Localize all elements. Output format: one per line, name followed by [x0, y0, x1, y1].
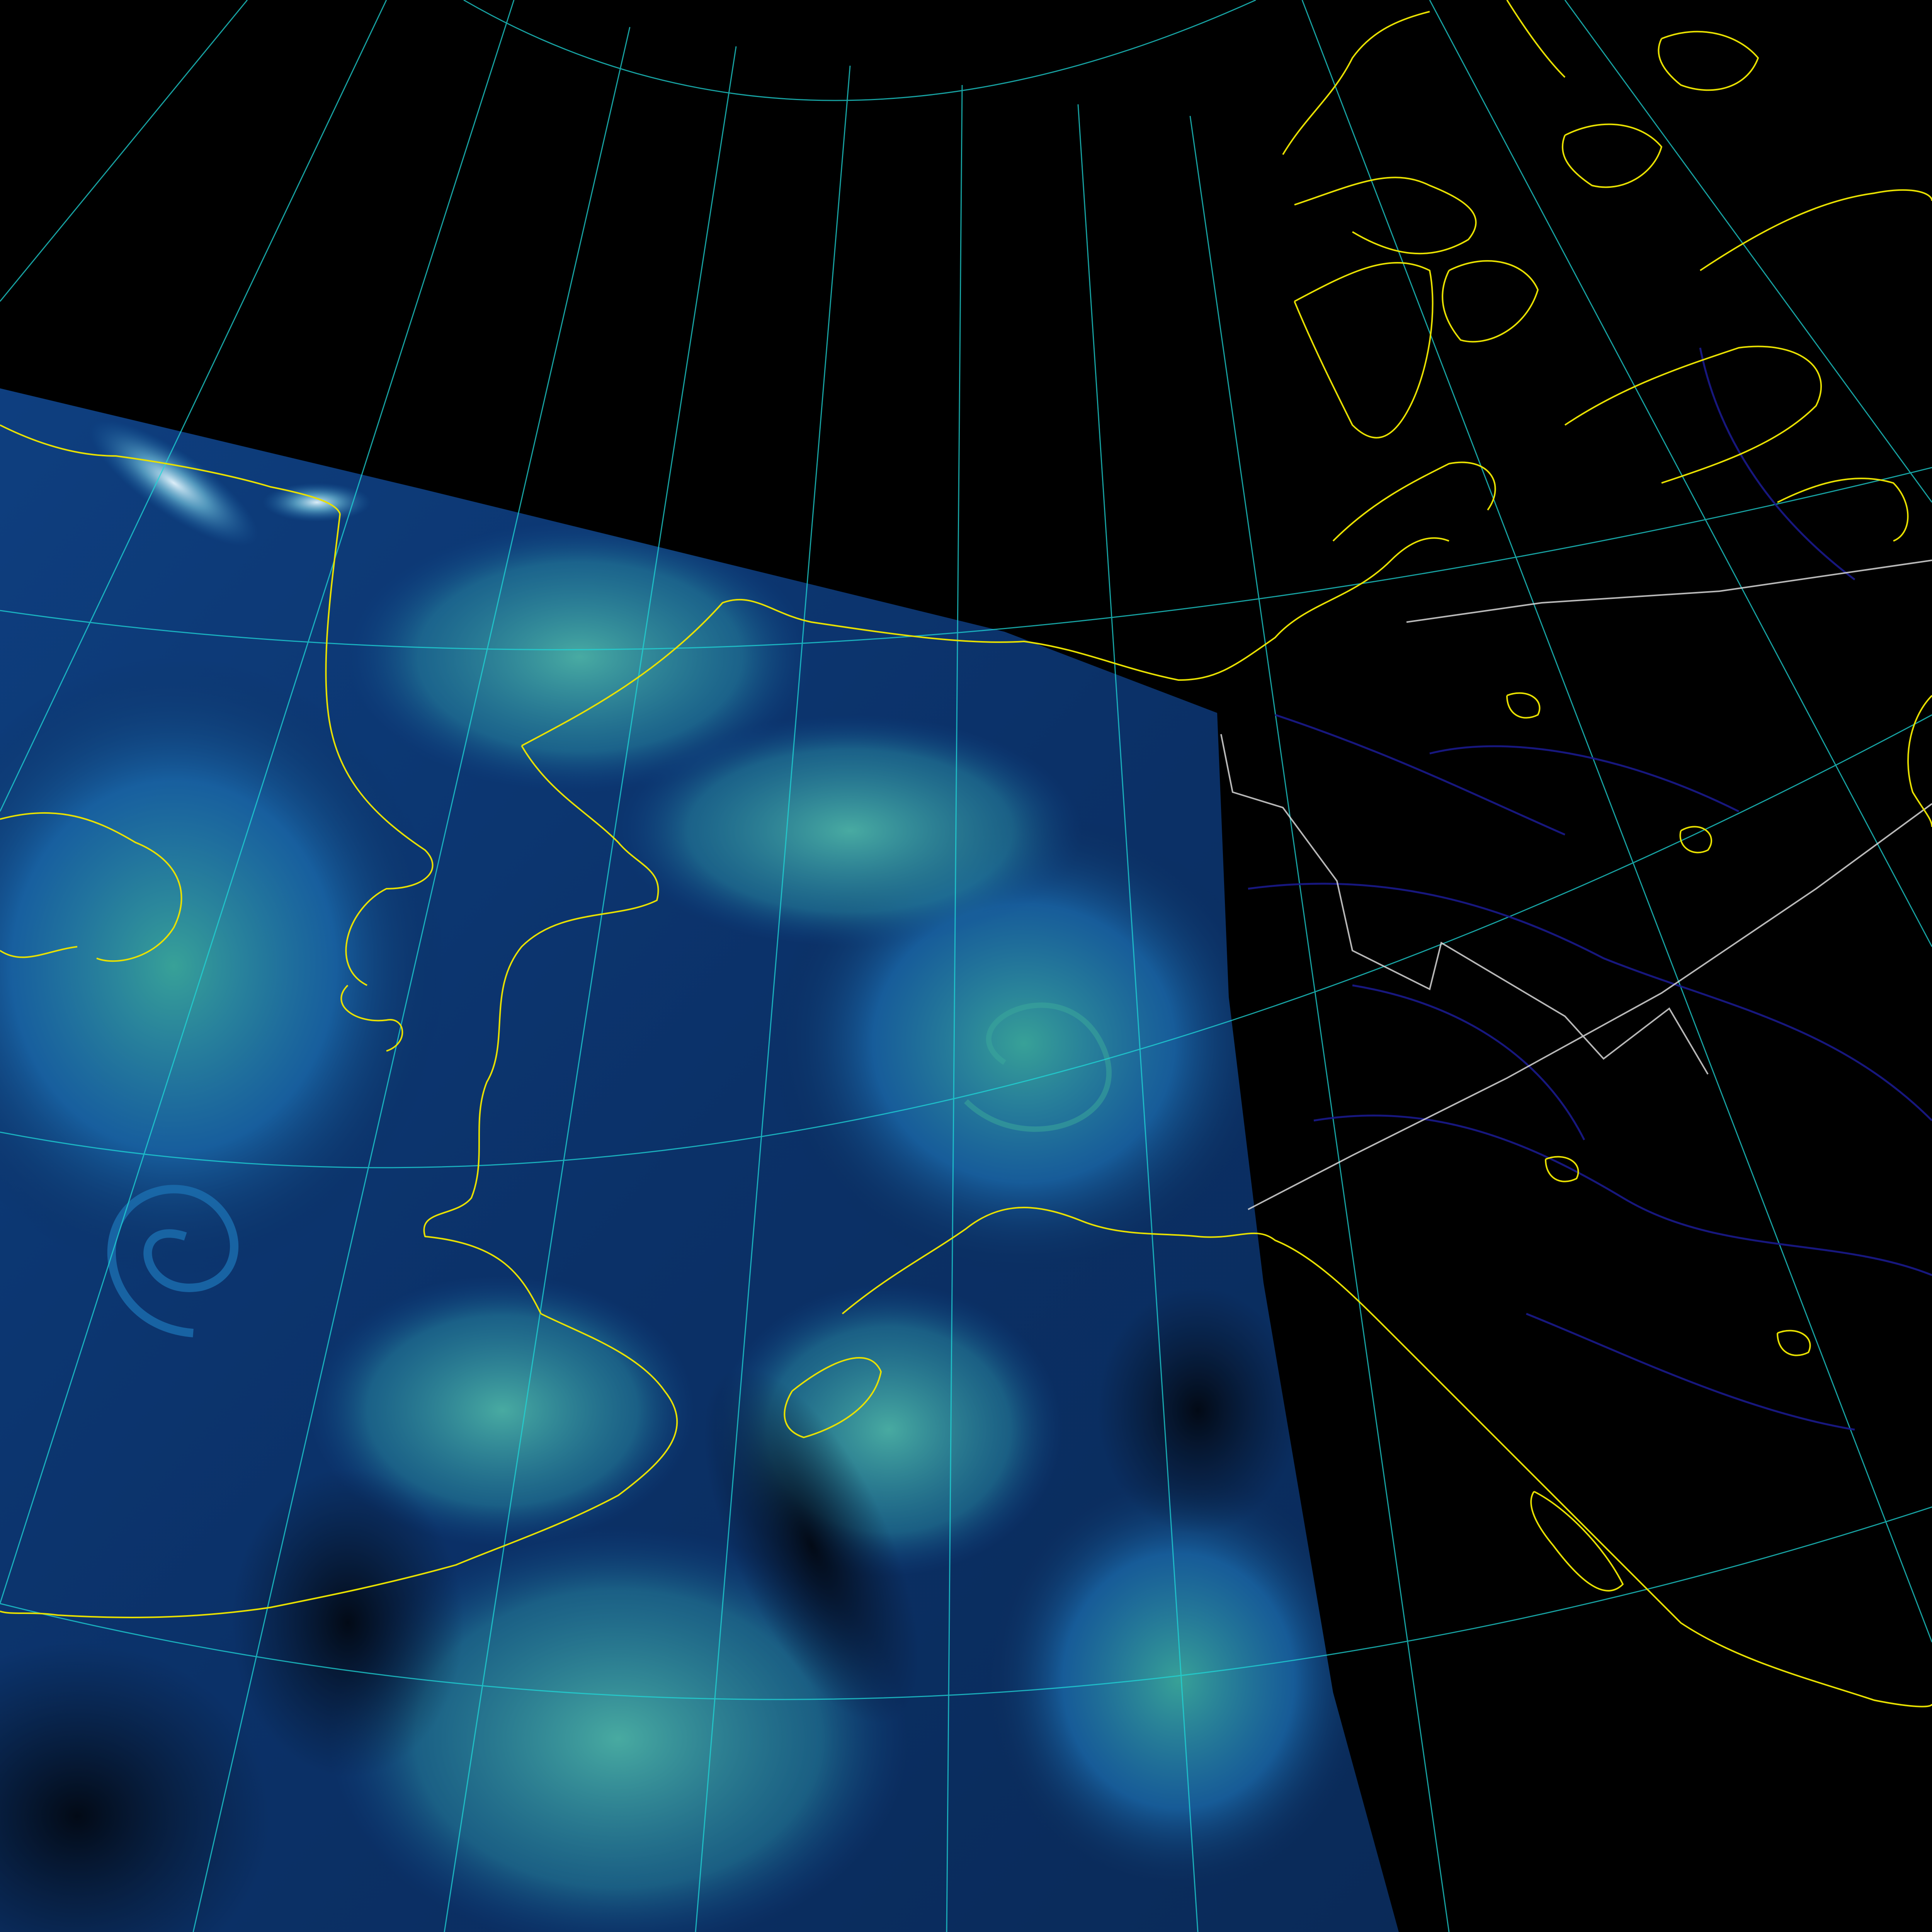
political-borders — [1220, 560, 1932, 1210]
satellite-map — [0, 0, 1932, 1932]
map-viewport[interactable] — [0, 0, 1932, 1932]
river-lines — [1248, 347, 1932, 1431]
